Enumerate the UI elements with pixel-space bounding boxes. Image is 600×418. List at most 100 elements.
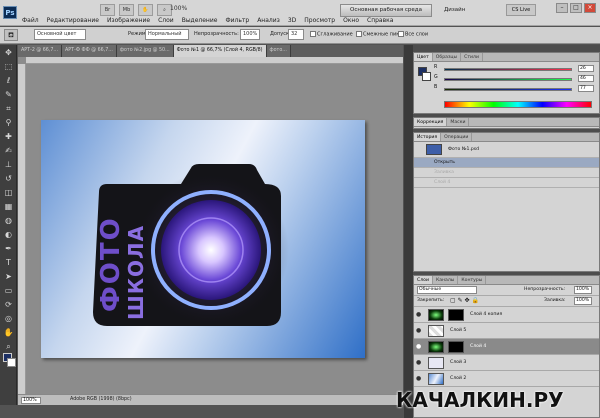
contiguous-checkbox[interactable]: Смежные пикс.	[356, 31, 404, 38]
zoom-icon[interactable]: ⌕	[2, 341, 15, 353]
move-tool-icon[interactable]: ✥	[2, 47, 15, 59]
eye-icon[interactable]: ●	[416, 312, 422, 318]
doc-tab[interactable]: АРТ-Ф ФФ @ 66,7...	[62, 45, 117, 57]
antialias-checkbox[interactable]: Сглаживание	[310, 31, 353, 38]
tab-color[interactable]: Цвет	[414, 53, 433, 61]
tab-swatches[interactable]: Образцы	[433, 53, 462, 61]
quick-select-icon[interactable]: ✎	[2, 89, 15, 101]
menu-3d[interactable]: 3D	[288, 17, 296, 24]
image-canvas[interactable]: ФОТО ШКОЛА	[41, 120, 365, 358]
cs-live-button[interactable]: CS Live	[506, 4, 536, 16]
zoom-level[interactable]: 100%	[170, 5, 187, 12]
pen-tool-icon[interactable]: ✒	[2, 243, 15, 255]
tab-channels[interactable]: Каналы	[433, 276, 459, 284]
layer-opacity-input[interactable]: 100%	[574, 286, 592, 294]
gradient-tool-icon[interactable]: ▦	[2, 201, 15, 213]
layer-row[interactable]: ● Слой 3	[414, 355, 599, 371]
eye-icon[interactable]: ●	[416, 360, 422, 366]
tab-layers[interactable]: Слои	[414, 276, 433, 284]
brush-tool-icon[interactable]: ✍	[2, 145, 15, 157]
background-color-swatch[interactable]	[7, 358, 16, 367]
3d-orbit-icon[interactable]: ◎	[2, 313, 15, 325]
doc-tab[interactable]: фото...	[266, 45, 291, 57]
doc-tab[interactable]: фото №2.jpg @ 50...	[116, 45, 174, 57]
menu-window[interactable]: Окно	[343, 17, 359, 24]
eye-icon[interactable]: ●	[416, 344, 422, 350]
shape-tool-icon[interactable]: ▭	[2, 285, 15, 297]
tab-masks[interactable]: Маски	[447, 118, 470, 126]
vertical-ruler[interactable]	[18, 64, 26, 399]
3d-rotate-icon[interactable]: ⟳	[2, 299, 15, 311]
status-doc-info[interactable]: Adobe RGB (1998) (8bpc)	[70, 397, 132, 402]
tab-actions[interactable]: Операции	[441, 133, 473, 141]
tab-styles[interactable]: Стили	[461, 53, 483, 61]
clone-stamp-icon[interactable]: ⊥	[2, 159, 15, 171]
menu-help[interactable]: Справка	[367, 17, 393, 24]
layer-row[interactable]: ● Слой 4 копия	[414, 307, 599, 323]
opacity-input[interactable]: 100%	[240, 29, 260, 40]
history-item[interactable]: Слой 4	[414, 178, 599, 188]
menu-filter[interactable]: Фильтр	[225, 17, 249, 24]
menu-view[interactable]: Просмотр	[304, 17, 335, 24]
crop-tool-icon[interactable]: ⌗	[2, 103, 15, 115]
slider-g-track[interactable]	[444, 78, 572, 81]
slider-b-track[interactable]	[444, 88, 572, 91]
color-bg-swatch[interactable]	[422, 72, 431, 81]
minibridge-button[interactable]: Mb	[119, 4, 134, 16]
path-select-icon[interactable]: ➤	[2, 271, 15, 283]
tab-paths[interactable]: Контуры	[458, 276, 487, 284]
workspace-button[interactable]: Основная рабочая среда	[340, 4, 432, 17]
type-tool-icon[interactable]: T	[2, 257, 15, 269]
fill-source-select[interactable]: Основной цвет	[34, 29, 86, 40]
blend-mode-select[interactable]: Обычные	[417, 286, 477, 294]
hand-tool-icon[interactable]: ✋	[2, 327, 15, 339]
history-item[interactable]: Заливка	[414, 168, 599, 178]
tolerance-input[interactable]: 32	[288, 29, 304, 40]
layer-row[interactable]: ● Слой 2	[414, 371, 599, 387]
blur-tool-icon[interactable]: ◍	[2, 215, 15, 227]
doc-tab-active[interactable]: Фото №1 @ 66,7% (Слой 4, RGB/8)	[173, 45, 267, 57]
menu-select[interactable]: Выделение	[182, 17, 218, 24]
doc-tab[interactable]: АРТ-2 @ 66,7...	[18, 45, 62, 57]
menu-edit[interactable]: Редактирование	[47, 17, 99, 24]
mode-select[interactable]: Нормальный	[145, 29, 189, 40]
maximize-icon[interactable]: □	[570, 3, 582, 13]
menu-image[interactable]: Изображение	[107, 17, 150, 24]
paint-bucket-icon[interactable]: ⛾	[4, 29, 18, 41]
collapsed-panel-strip[interactable]	[404, 45, 413, 418]
healing-brush-icon[interactable]: ✚	[2, 131, 15, 143]
color-spectrum-bar[interactable]	[444, 101, 592, 108]
fill-input[interactable]: 100%	[574, 297, 592, 305]
tab-adjustments[interactable]: Коррекция	[414, 118, 448, 126]
slider-g-value[interactable]: 46	[578, 75, 594, 82]
history-brush-icon[interactable]: ↺	[2, 173, 15, 185]
layer-row-selected[interactable]: ● Слой 4	[414, 339, 599, 355]
eyedropper-icon[interactable]: ⚲	[2, 117, 15, 129]
all-layers-checkbox[interactable]: Все слои	[398, 31, 428, 38]
horizontal-ruler[interactable]	[26, 57, 403, 64]
layer-row[interactable]: ● Слой 5	[414, 323, 599, 339]
history-panel-tabs: История Операции	[414, 133, 599, 142]
status-zoom-input[interactable]: 100%	[21, 397, 41, 404]
menu-analysis[interactable]: Анализ	[257, 17, 280, 24]
slider-r-track[interactable]	[444, 68, 572, 71]
close-icon[interactable]: ×	[584, 3, 596, 13]
lasso-tool-icon[interactable]: ℓ	[2, 75, 15, 87]
minimize-icon[interactable]: –	[556, 3, 568, 13]
bridge-button[interactable]: Br	[100, 4, 115, 16]
tab-history[interactable]: История	[414, 133, 442, 141]
history-item-open[interactable]: Открыть	[414, 158, 599, 168]
slider-r-value[interactable]: 26	[578, 65, 594, 72]
menu-layers[interactable]: Слои	[158, 17, 174, 24]
eye-icon[interactable]: ●	[416, 328, 422, 334]
menu-file[interactable]: Файл	[22, 17, 39, 24]
design-workspace-link[interactable]: Дизайн	[444, 7, 465, 13]
eraser-icon[interactable]: ◫	[2, 187, 15, 199]
hand-icon[interactable]: ✋	[138, 4, 153, 16]
dodge-tool-icon[interactable]: ◐	[2, 229, 15, 241]
eye-icon[interactable]: ●	[416, 376, 422, 382]
history-snapshot[interactable]: Фото №1.psd	[414, 142, 599, 158]
slider-b-value[interactable]: 77	[578, 85, 594, 92]
lock-icons[interactable]: ▢ ✎ ✥ 🔒	[450, 297, 479, 304]
marquee-tool-icon[interactable]: ⬚	[2, 61, 15, 73]
